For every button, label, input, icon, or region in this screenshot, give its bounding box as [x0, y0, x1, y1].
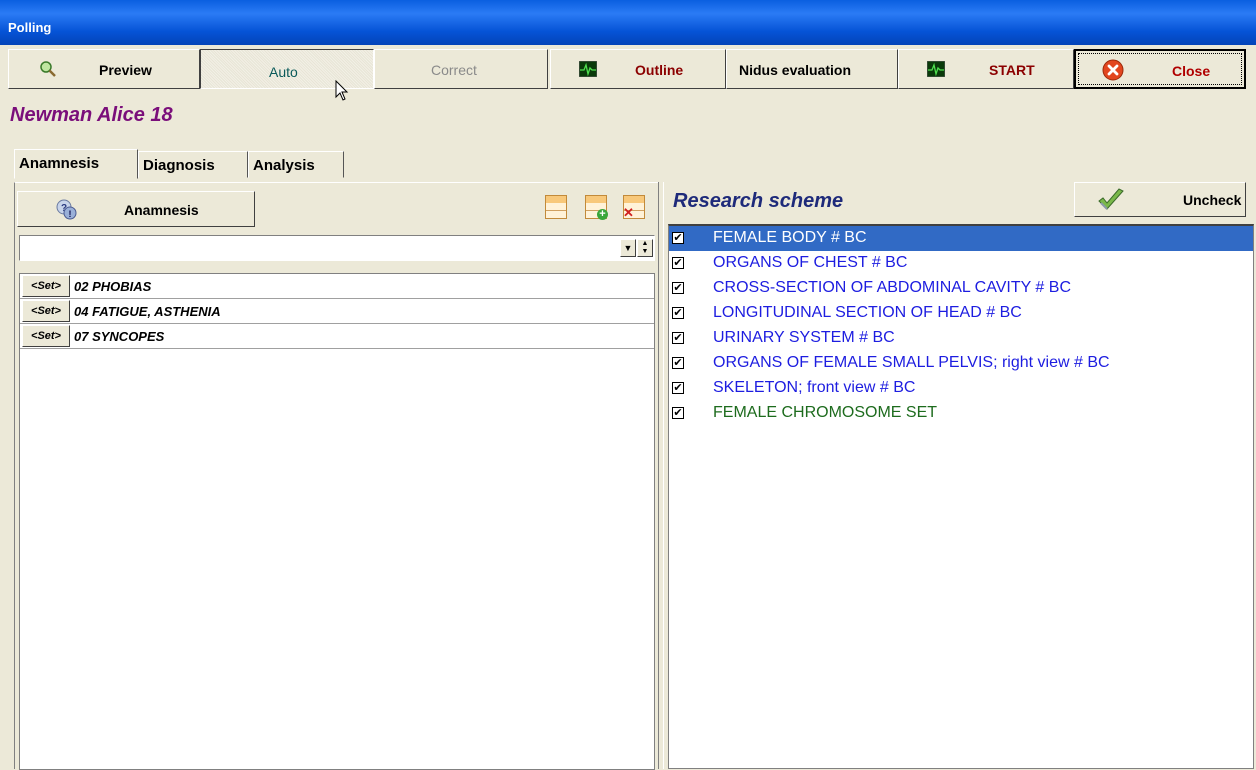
- checkbox[interactable]: ✔: [672, 282, 684, 294]
- correct-button[interactable]: Correct: [374, 49, 548, 89]
- checkbox[interactable]: ✔: [672, 407, 684, 419]
- tab-anamnesis[interactable]: Anamnesis: [14, 149, 138, 179]
- anamnesis-grid: <Set> 02 PHOBIAS <Set> 04 FATIGUE, ASTHE…: [19, 273, 655, 770]
- item-label: SKELETON; front view # BC: [713, 379, 916, 396]
- row-text: 02 PHOBIAS: [74, 278, 152, 294]
- list-item[interactable]: ✔ ORGANS OF CHEST # BC: [669, 251, 1253, 276]
- research-scheme-panel: Research scheme Uncheck ✔ FEMALE BODY # …: [664, 182, 1256, 769]
- grid-add-icon[interactable]: +: [585, 195, 608, 220]
- research-scheme-list: ✔ FEMALE BODY # BC ✔ ORGANS OF CHEST # B…: [668, 224, 1254, 769]
- table-row[interactable]: <Set> 04 FATIGUE, ASTHENIA: [20, 299, 654, 324]
- item-label: URINARY SYSTEM # BC: [713, 329, 895, 346]
- chevron-down-icon[interactable]: ▼: [620, 239, 636, 257]
- checkbox[interactable]: ✔: [672, 307, 684, 319]
- row-text: 04 FATIGUE, ASTHENIA: [74, 303, 221, 319]
- tab-diagnosis[interactable]: Diagnosis: [138, 151, 248, 178]
- correct-label: Correct: [431, 62, 477, 78]
- table-row[interactable]: <Set> 07 SYNCOPES: [20, 324, 654, 349]
- grid-icon[interactable]: [545, 195, 567, 219]
- outline-button[interactable]: Outline: [550, 49, 726, 89]
- ecg-monitor-icon: [578, 60, 598, 78]
- checkbox[interactable]: ✔: [672, 332, 684, 344]
- toolbar: Preview Auto Correct Outline Nidus evalu…: [0, 46, 1256, 101]
- anamnesis-button[interactable]: ?! Anamnesis: [17, 191, 255, 227]
- list-item[interactable]: ✔ FEMALE BODY # BC: [669, 226, 1253, 251]
- checkbox[interactable]: ✔: [672, 382, 684, 394]
- anamnesis-button-label: Anamnesis: [124, 202, 199, 218]
- checkbox[interactable]: ✔: [672, 232, 684, 244]
- preview-button[interactable]: Preview: [8, 49, 200, 89]
- item-label: ORGANS OF FEMALE SMALL PELVIS; right vie…: [713, 354, 1110, 371]
- list-item[interactable]: ✔ SKELETON; front view # BC: [669, 376, 1253, 401]
- list-item[interactable]: ✔ CROSS-SECTION OF ABDOMINAL CAVITY # BC: [669, 276, 1253, 301]
- list-item[interactable]: ✔ LONGITUDINAL SECTION OF HEAD # BC: [669, 301, 1253, 326]
- auto-button[interactable]: Auto: [200, 49, 374, 101]
- checkbox[interactable]: ✔: [672, 357, 684, 369]
- table-row[interactable]: <Set> 02 PHOBIAS: [20, 274, 654, 299]
- zoom-icon: [39, 60, 57, 77]
- help-icon: ?!: [56, 199, 78, 224]
- close-icon: [1102, 59, 1124, 84]
- checkmark-icon: [1097, 188, 1125, 215]
- research-scheme-title: Research scheme: [673, 190, 844, 212]
- start-label: START: [989, 62, 1035, 78]
- uncheck-button[interactable]: Uncheck: [1074, 182, 1246, 217]
- item-label: LONGITUDINAL SECTION OF HEAD # BC: [713, 304, 1022, 321]
- list-item[interactable]: ✔ ORGANS OF FEMALE SMALL PELVIS; right v…: [669, 351, 1253, 376]
- close-button[interactable]: Close: [1074, 49, 1246, 89]
- ecg-monitor-icon: [926, 60, 946, 78]
- grid-delete-icon[interactable]: ✕: [623, 195, 645, 219]
- start-button[interactable]: START: [898, 49, 1074, 89]
- item-label: CROSS-SECTION OF ABDOMINAL CAVITY # BC: [713, 279, 1071, 296]
- item-label: FEMALE CHROMOSOME SET: [713, 404, 938, 421]
- window-title: Polling: [8, 20, 52, 35]
- set-button[interactable]: <Set>: [22, 275, 70, 297]
- auto-label: Auto: [269, 64, 298, 80]
- close-label: Close: [1172, 63, 1211, 79]
- preview-label: Preview: [99, 62, 152, 78]
- item-label: ORGANS OF CHEST # BC: [713, 254, 908, 271]
- uncheck-label: Uncheck: [1183, 192, 1242, 208]
- list-item[interactable]: ✔ URINARY SYSTEM # BC: [669, 326, 1253, 351]
- title-bar[interactable]: Polling: [0, 0, 1256, 45]
- patient-name: Newman Alice 18: [10, 104, 173, 126]
- nidus-evaluation-button[interactable]: Nidus evaluation: [726, 49, 898, 89]
- set-button[interactable]: <Set>: [22, 300, 70, 322]
- mouse-cursor-icon: [335, 79, 349, 105]
- list-item[interactable]: ✔ FEMALE CHROMOSOME SET: [669, 401, 1253, 426]
- spin-button[interactable]: ▲ ▼: [637, 239, 653, 257]
- anamnesis-panel: ?! Anamnesis + ✕ ▼ ▲ ▼ <Set> 02 PHOBIAS <…: [14, 182, 662, 770]
- outline-label: Outline: [635, 62, 684, 78]
- set-button[interactable]: <Set>: [22, 325, 70, 347]
- anamnesis-combo[interactable]: ▼ ▲ ▼: [19, 235, 655, 261]
- svg-text:!: !: [69, 209, 72, 219]
- row-text: 07 SYNCOPES: [74, 328, 165, 344]
- tab-analysis[interactable]: Analysis: [248, 151, 344, 178]
- item-label: FEMALE BODY # BC: [713, 229, 867, 246]
- polling-window: Polling Preview Auto Correct Outline Nid…: [0, 0, 1256, 770]
- nidus-label: Nidus evaluation: [739, 62, 852, 78]
- checkbox[interactable]: ✔: [672, 257, 684, 269]
